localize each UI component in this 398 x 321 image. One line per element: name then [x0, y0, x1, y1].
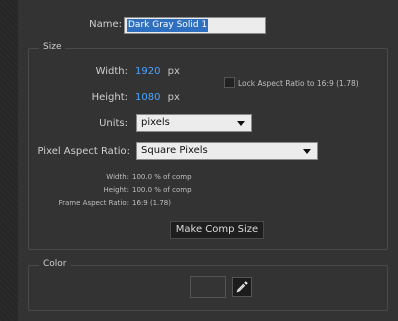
size-group-title: Size: [39, 42, 66, 52]
info-width-value: 100.0 % of comp: [132, 173, 192, 181]
pixel-aspect-label: Pixel Aspect Ratio:: [37, 146, 131, 157]
width-field[interactable]: 1920 px: [135, 66, 180, 77]
eyedropper-button[interactable]: [232, 277, 252, 297]
name-input-value: Dark Gray Solid 1: [127, 19, 209, 32]
height-field[interactable]: 1080 px: [135, 92, 180, 103]
name-label: Name:: [89, 19, 122, 30]
width-value[interactable]: 1920: [135, 66, 160, 77]
solid-settings-dialog: Name: Dark Gray Solid 1 Size Width: 1920…: [18, 0, 398, 321]
pixel-aspect-value: Square Pixels: [141, 145, 208, 156]
height-label: Height:: [91, 92, 128, 103]
height-unit: px: [167, 92, 180, 103]
units-value: pixels: [141, 117, 170, 128]
units-dropdown[interactable]: pixels: [136, 114, 252, 132]
info-width-label: Width:: [106, 173, 129, 181]
chevron-down-icon: [303, 149, 311, 154]
width-label: Width:: [95, 66, 128, 77]
lock-aspect-label: Lock Aspect Ratio to 16:9 (1.78): [238, 79, 359, 88]
lock-aspect-checkbox[interactable]: [224, 77, 235, 88]
chevron-down-icon: [237, 121, 245, 126]
width-unit: px: [167, 66, 180, 77]
eyedropper-icon: [236, 281, 248, 293]
color-swatch[interactable]: [190, 276, 226, 298]
color-group-title: Color: [39, 259, 71, 269]
background-panel: [0, 0, 18, 321]
name-input[interactable]: Dark Gray Solid 1: [124, 17, 266, 34]
units-label: Units:: [99, 118, 128, 129]
height-value[interactable]: 1080: [135, 92, 160, 103]
info-height-label: Height:: [103, 186, 130, 194]
info-height-value: 100.0 % of comp: [132, 186, 192, 194]
frame-aspect-label: Frame Aspect Ratio:: [58, 199, 129, 207]
make-comp-size-button[interactable]: Make Comp Size: [170, 221, 264, 239]
pixel-aspect-dropdown[interactable]: Square Pixels: [136, 142, 318, 160]
frame-aspect-value: 16:9 (1.78): [132, 199, 171, 207]
